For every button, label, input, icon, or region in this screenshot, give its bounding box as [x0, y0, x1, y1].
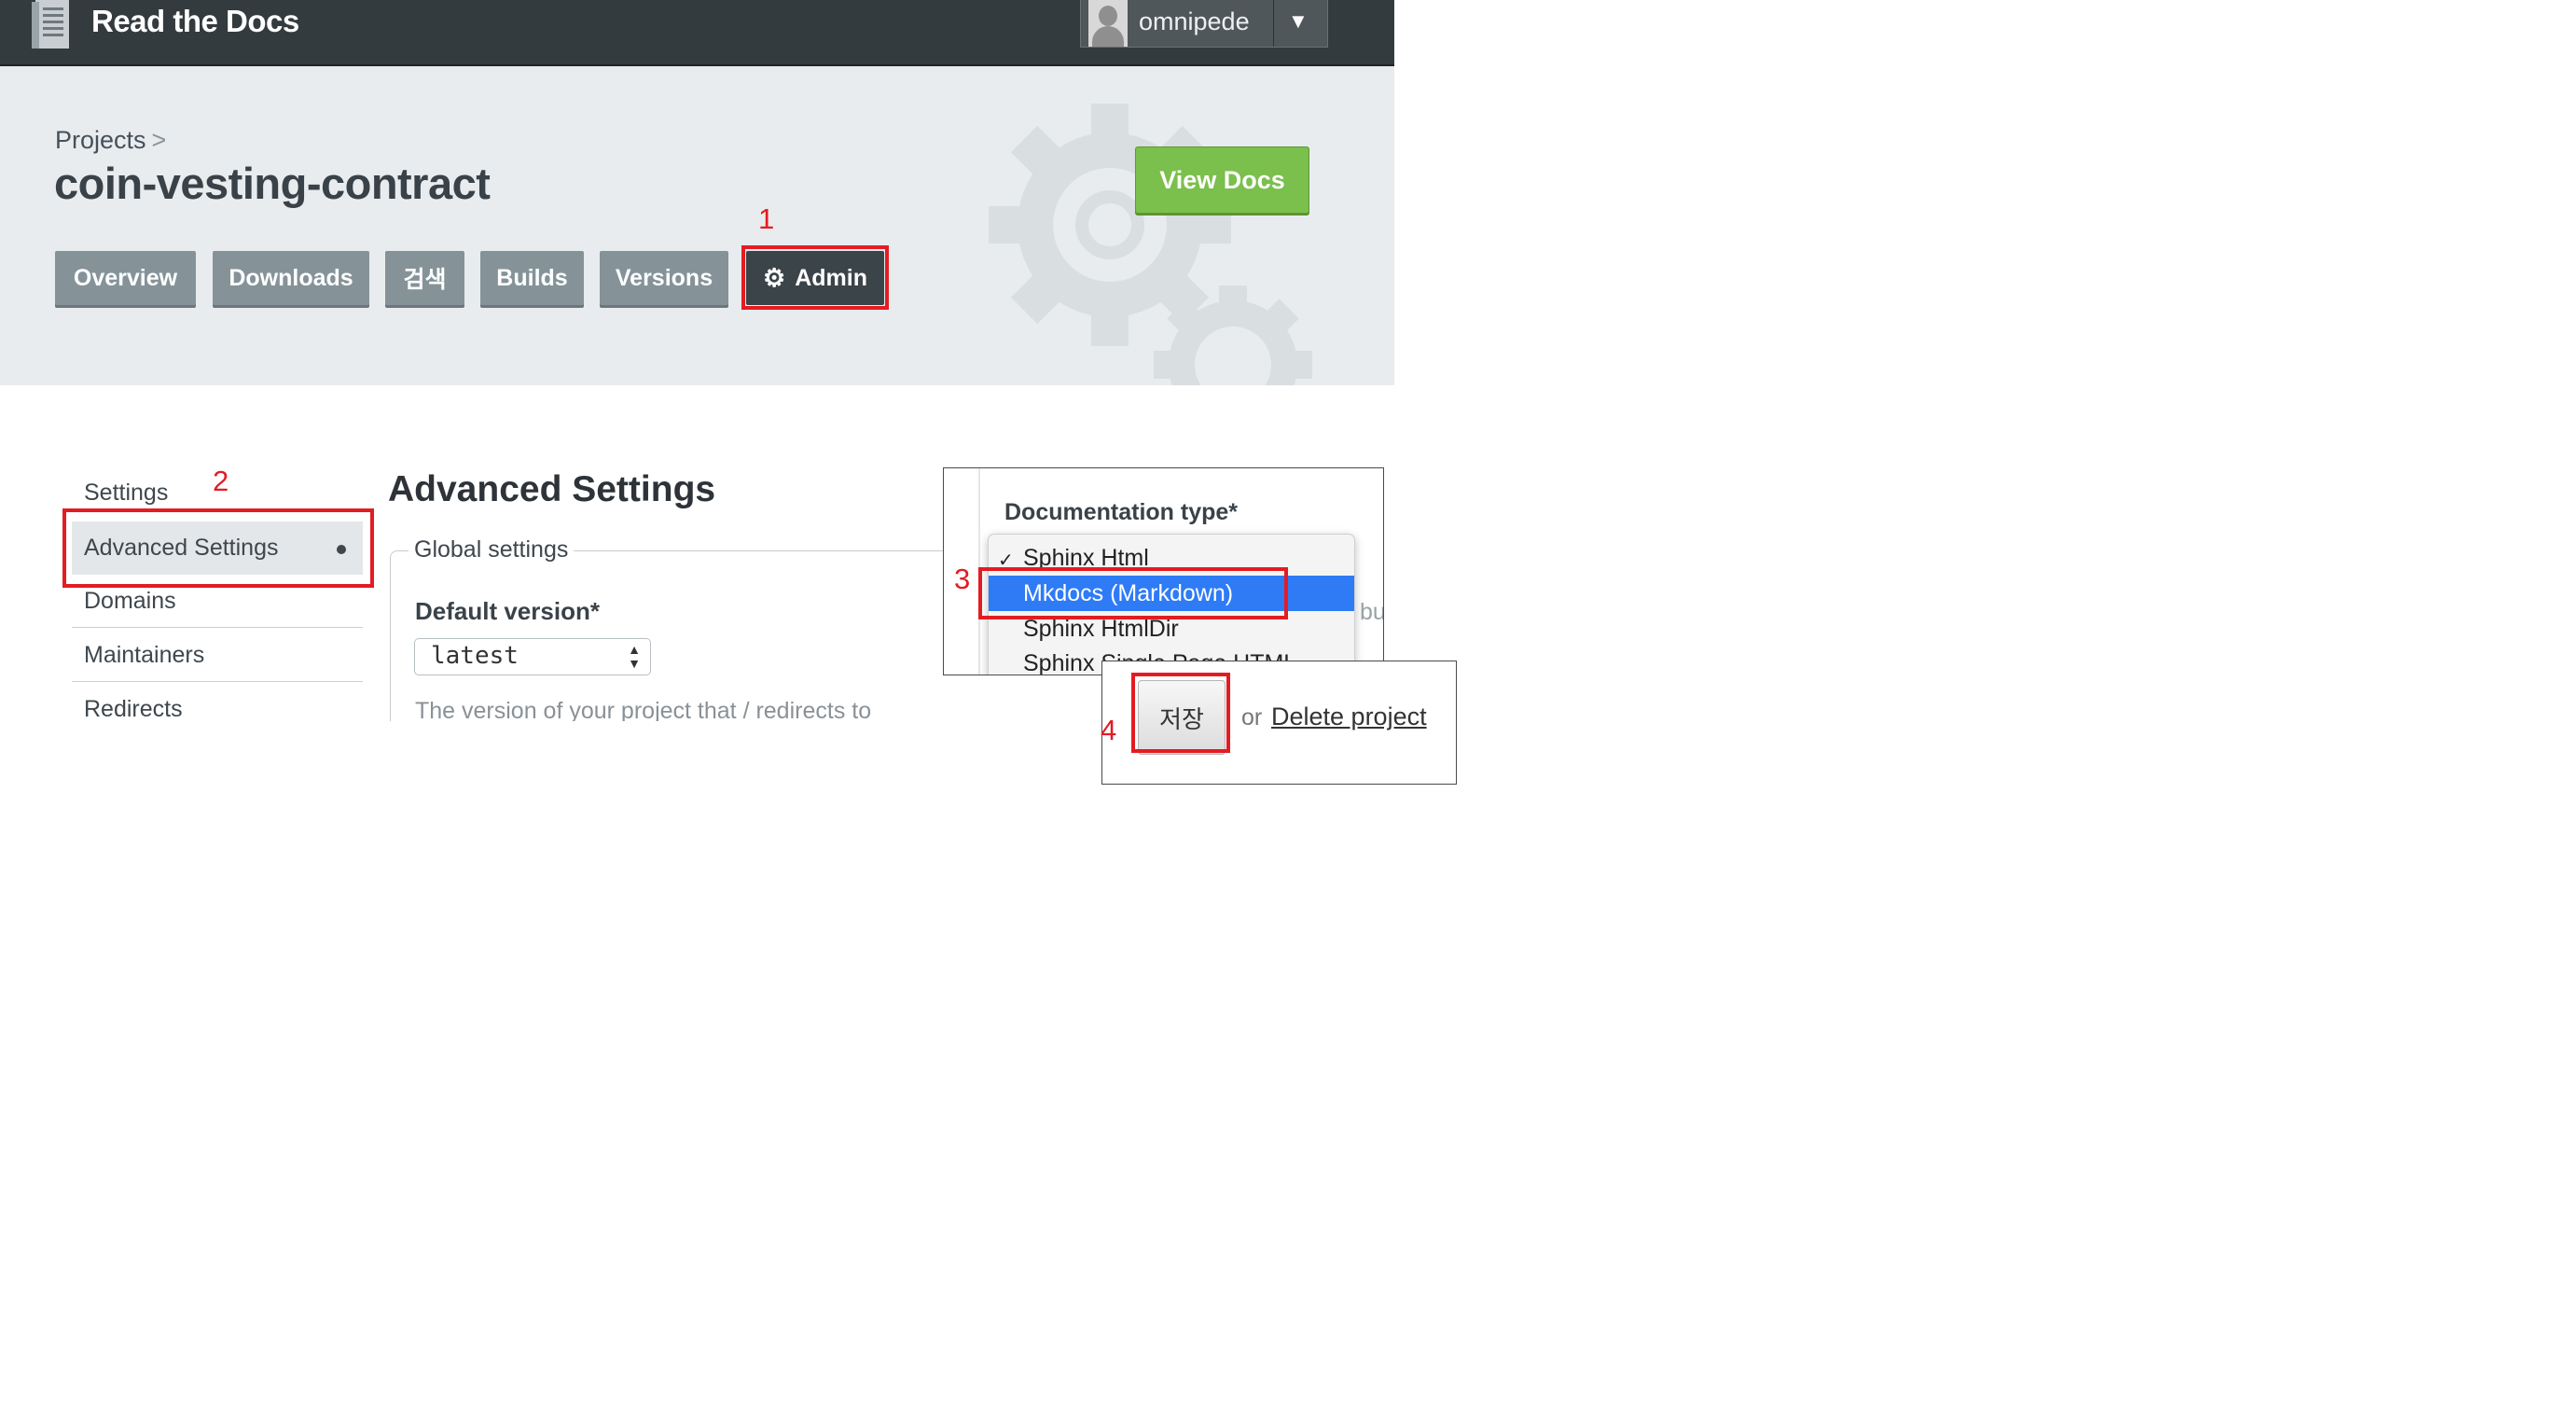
breadcrumb-separator: >	[151, 126, 167, 154]
tab-admin-label: Admin	[795, 264, 867, 291]
tab-versions[interactable]: Versions	[600, 251, 728, 305]
delete-project-link[interactable]: Delete project	[1271, 702, 1427, 731]
sidebar-item-advanced-settings[interactable]: Advanced Settings	[72, 522, 363, 575]
inset-divider	[978, 468, 980, 675]
option-label: Sphinx Html	[1023, 545, 1149, 571]
tab-downloads[interactable]: Downloads	[213, 251, 369, 305]
sidebar-item-maintainers[interactable]: Maintainers	[72, 629, 363, 682]
save-inset: 저장 or Delete project	[1101, 661, 1457, 785]
tab-search[interactable]: 검색	[385, 251, 464, 305]
project-title: coin-vesting-contract	[54, 159, 491, 208]
view-docs-button[interactable]: View Docs	[1135, 146, 1309, 214]
doc-type-option-sphinx-htmldir[interactable]: Sphinx HtmlDir	[989, 611, 1354, 647]
annotation-step-3: 3	[954, 563, 971, 595]
documentation-type-label: Documentation type*	[1004, 499, 1239, 525]
avatar	[1088, 0, 1128, 47]
annotation-step-1: 1	[758, 202, 775, 235]
documentation-type-dropdown[interactable]: ✓ Sphinx Html Mkdocs (Markdown) Sphinx H…	[988, 534, 1355, 675]
annotation-step-2: 2	[213, 465, 229, 497]
fieldset-legend: Global settings	[409, 536, 575, 563]
active-dot-icon	[337, 545, 346, 554]
caret-down-icon[interactable]: ▼	[1288, 9, 1309, 34]
option-label: Mkdocs (Markdown)	[1023, 580, 1234, 606]
select-arrows-icon: ▲ ▼	[628, 642, 641, 671]
default-version-select[interactable]: latest ▲ ▼	[414, 638, 651, 675]
username[interactable]: omnipede	[1139, 7, 1250, 36]
gear-icon: ⚙	[763, 263, 786, 292]
page-heading: Advanced Settings	[388, 469, 716, 509]
breadcrumb: Projects >	[55, 126, 166, 155]
user-menu-divider	[1273, 0, 1274, 47]
default-version-label: Default version*	[415, 597, 600, 625]
doc-type-option-mkdocs[interactable]: Mkdocs (Markdown)	[989, 576, 1354, 611]
tab-admin[interactable]: ⚙ Admin	[746, 251, 884, 305]
top-navbar: Read the Docs omnipede ▼	[0, 0, 1394, 66]
project-header: Projects > coin-vesting-contract View Doc…	[0, 66, 1394, 385]
option-label: Sphinx HtmlDir	[1023, 616, 1179, 642]
or-text: or	[1241, 704, 1263, 730]
sidebar-item-domains[interactable]: Domains	[72, 575, 363, 628]
user-menu[interactable]: omnipede ▼	[1080, 0, 1328, 48]
sidebar-item-label: Advanced Settings	[84, 535, 279, 561]
book-logo-icon[interactable]	[32, 0, 75, 50]
checkmark-icon: ✓	[998, 550, 1014, 571]
screenshot-crop-area	[0, 721, 1101, 798]
tab-overview[interactable]: Overview	[55, 251, 196, 305]
truncated-text: bu	[1360, 599, 1384, 625]
annotation-step-4: 4	[1101, 714, 1117, 746]
documentation-type-inset: Documentation type* ✓ Sphinx Html Mkdocs…	[943, 467, 1384, 675]
default-version-value: latest	[431, 642, 519, 670]
tab-builds[interactable]: Builds	[480, 251, 584, 305]
breadcrumb-projects-link[interactable]: Projects	[55, 126, 146, 154]
save-button[interactable]: 저장	[1138, 680, 1226, 755]
doc-type-option-sphinx-html[interactable]: ✓ Sphinx Html	[989, 540, 1354, 576]
brand-title[interactable]: Read the Docs	[91, 4, 299, 39]
